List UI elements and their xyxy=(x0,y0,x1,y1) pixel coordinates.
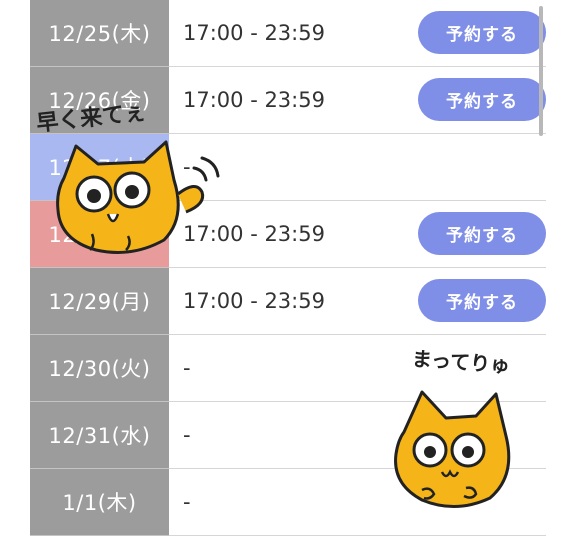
reserve-button[interactable]: 予約する xyxy=(418,279,546,322)
date-cell: 12/25(木) xyxy=(30,0,169,67)
date-cell: 12/30(火) xyxy=(30,335,169,402)
date-cell: 1/1(木) xyxy=(30,469,169,536)
reserve-button[interactable]: 予約する xyxy=(418,78,546,121)
date-cell: 12/31(水) xyxy=(30,402,169,469)
cat-sticker-bottom xyxy=(394,390,511,509)
reserve-button[interactable]: 予約する xyxy=(418,212,546,255)
scrollbar[interactable] xyxy=(539,6,543,136)
cat-sticker-top xyxy=(56,140,220,254)
table-row: 12/29(月) 17:00 - 23:59 予約する xyxy=(30,268,546,335)
reserve-button[interactable]: 予約する xyxy=(418,11,546,54)
table-row: 12/25(木) 17:00 - 23:59 予約する xyxy=(30,0,546,67)
date-cell: 12/29(月) xyxy=(30,268,169,335)
